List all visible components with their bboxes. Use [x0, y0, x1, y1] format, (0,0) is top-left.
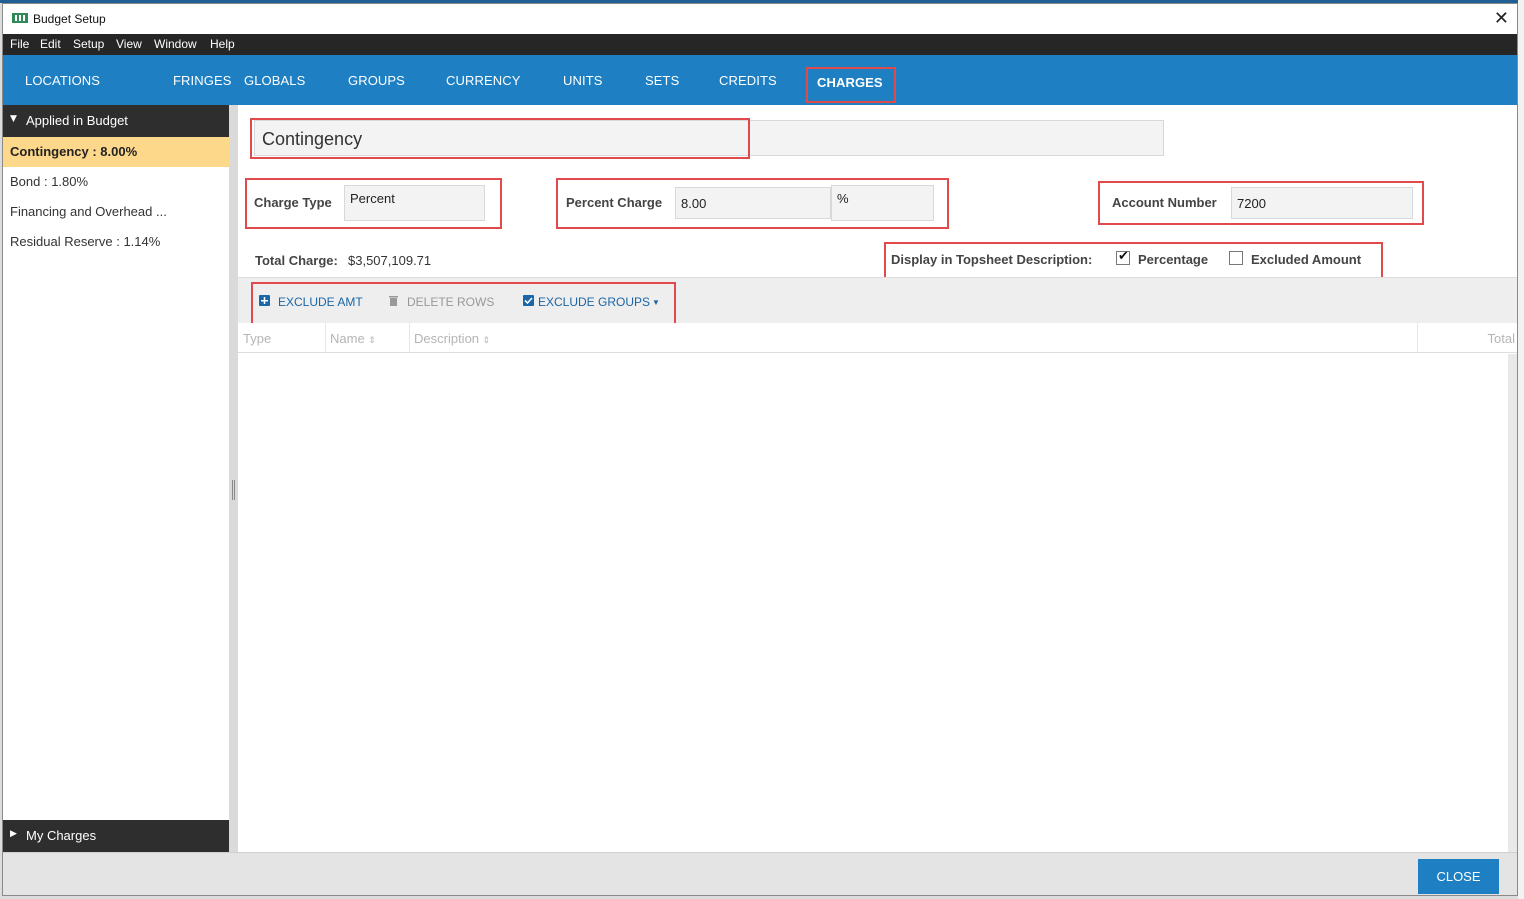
trash-icon: [389, 296, 398, 306]
menu-help[interactable]: Help: [210, 37, 235, 51]
total-charge-label: Total Charge:: [255, 253, 338, 268]
triangle-right-icon: ▶: [10, 829, 17, 839]
sort-icon: ⇕: [368, 335, 376, 345]
excluded-amount-label: Excluded Amount: [1251, 252, 1362, 267]
my-charges-header[interactable]: ▶ My Charges: [3, 820, 229, 852]
sidebar-item-contingency[interactable]: Contingency : 8.00%: [3, 137, 229, 167]
percent-charge-input[interactable]: 8.00: [675, 187, 831, 219]
tab-credits[interactable]: CREDITS: [719, 73, 777, 88]
menu-window[interactable]: Window: [154, 37, 197, 51]
panel-splitter[interactable]: [229, 105, 238, 852]
percentage-label: Percentage: [1138, 252, 1209, 267]
background-app-edge: [1518, 0, 1524, 899]
app-icon: [12, 13, 28, 23]
charge-type-label: Charge Type: [254, 195, 332, 210]
tab-fringes[interactable]: FRINGES: [173, 73, 231, 88]
tab-groups[interactable]: GROUPS: [348, 73, 405, 88]
percentage-checkbox[interactable]: ✔: [1116, 249, 1130, 265]
percent-unit: %: [831, 185, 934, 221]
close-button[interactable]: CLOSE: [1418, 859, 1499, 894]
splitter-grip-icon: [232, 480, 235, 500]
title-bar: Budget Setup ✕: [3, 4, 1517, 34]
charges-sidebar: ▼ Applied in Budget Contingency : 8.00% …: [3, 105, 229, 852]
delete-rows-button[interactable]: DELETE ROWS: [407, 295, 494, 309]
applied-in-budget-label: Applied in Budget: [26, 113, 128, 128]
column-description-label: Description: [414, 331, 480, 346]
charge-detail-panel: Contingency Charge Type Percent Percent …: [238, 105, 1517, 852]
menu-bar: File Edit Setup View Window Help: [3, 34, 1517, 55]
menu-edit[interactable]: Edit: [40, 37, 61, 51]
column-description[interactable]: Description ⇕: [410, 323, 1418, 353]
checkmark-icon: ✔: [1118, 249, 1129, 264]
sidebar-item-financing[interactable]: Financing and Overhead ...: [3, 197, 229, 227]
charges-grid-body: [238, 354, 1508, 852]
window-title: Budget Setup: [33, 12, 106, 26]
topsheet-display-label: Display in Topsheet Description:: [891, 252, 1093, 267]
charge-name-field[interactable]: Contingency: [254, 120, 1164, 156]
grid-toolbar: EXCLUDE AMT DELETE ROWS EXCLUDE GROUPS ▼: [238, 277, 1517, 323]
dialog-footer: CLOSE: [3, 852, 1517, 895]
tab-units[interactable]: UNITS: [563, 73, 603, 88]
sidebar-item-bond[interactable]: Bond : 1.80%: [3, 167, 229, 197]
percent-charge-label: Percent Charge: [566, 195, 663, 210]
menu-setup[interactable]: Setup: [73, 37, 104, 51]
caret-down-icon[interactable]: ▼: [652, 298, 660, 307]
window-close-icon[interactable]: ✕: [1494, 8, 1509, 29]
column-total[interactable]: Total: [1418, 323, 1517, 353]
tab-sets[interactable]: SETS: [645, 73, 679, 88]
charge-type-select[interactable]: Percent: [344, 185, 485, 221]
menu-file[interactable]: File: [10, 37, 29, 51]
excluded-amount-checkbox[interactable]: [1229, 251, 1243, 265]
tab-globals[interactable]: GLOBALS: [244, 73, 305, 88]
account-number-input[interactable]: 7200: [1231, 187, 1413, 219]
plus-square-icon: [259, 295, 270, 306]
account-number-label: Account Number: [1112, 195, 1217, 210]
applied-in-budget-header[interactable]: ▼ Applied in Budget: [3, 105, 229, 137]
column-name-label: Name: [330, 331, 365, 346]
vertical-scrollbar[interactable]: [1508, 354, 1517, 852]
tab-locations[interactable]: LOCATIONS: [25, 73, 100, 88]
grid-header: Type Name ⇕ Description ⇕ Total: [238, 323, 1517, 353]
checkbox-checked-icon: [523, 295, 534, 306]
tab-charges[interactable]: CHARGES: [817, 75, 883, 90]
total-charge-value: $3,507,109.71: [348, 253, 432, 268]
budget-setup-dialog: Budget Setup ✕ File Edit Setup View Wind…: [2, 3, 1518, 896]
column-name[interactable]: Name ⇕: [326, 323, 410, 353]
my-charges-label: My Charges: [26, 828, 97, 843]
tab-currency[interactable]: CURRENCY: [446, 73, 520, 88]
exclude-groups-dropdown[interactable]: EXCLUDE GROUPS: [538, 295, 650, 309]
column-type[interactable]: Type: [238, 323, 326, 353]
menu-view[interactable]: View: [116, 37, 142, 51]
setup-tabs: LOCATIONS FRINGES GLOBALS GROUPS CURRENC…: [3, 55, 1517, 105]
triangle-down-icon: ▼: [10, 114, 17, 124]
sidebar-item-residual-reserve[interactable]: Residual Reserve : 1.14%: [3, 227, 229, 257]
sort-icon: ⇕: [482, 335, 491, 345]
exclude-amt-button[interactable]: EXCLUDE AMT: [278, 295, 363, 309]
